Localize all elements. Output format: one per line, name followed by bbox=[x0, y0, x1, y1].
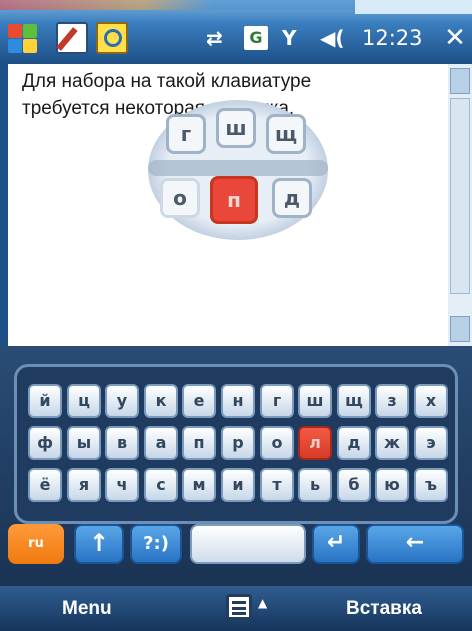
key-х[interactable]: х bbox=[414, 384, 448, 418]
key-с[interactable]: с bbox=[144, 468, 178, 502]
scroll-down-icon[interactable] bbox=[450, 316, 470, 342]
symbols-key[interactable]: ?:) bbox=[130, 524, 182, 564]
key-э[interactable]: э bbox=[414, 426, 448, 460]
key-ь[interactable]: ь bbox=[298, 468, 332, 502]
key-в[interactable]: в bbox=[105, 426, 139, 460]
language-switch-button[interactable]: ru bbox=[8, 524, 64, 564]
key-й[interactable]: й bbox=[28, 384, 62, 418]
backspace-key[interactable]: ← bbox=[366, 524, 464, 564]
key-е[interactable]: е bbox=[182, 384, 216, 418]
status-bar: ⇄ G Y ◀( 12:23 ✕ bbox=[0, 0, 472, 64]
key-к[interactable]: к bbox=[144, 384, 178, 418]
space-key[interactable] bbox=[190, 524, 306, 564]
illustration-bar bbox=[148, 160, 328, 176]
input-menu-arrow-icon[interactable]: ▲ bbox=[258, 596, 267, 610]
shift-key[interactable]: ↑ bbox=[74, 524, 124, 564]
key-ж[interactable]: ж bbox=[375, 426, 409, 460]
key-и[interactable]: и bbox=[221, 468, 255, 502]
key-з[interactable]: з bbox=[375, 384, 409, 418]
key-м[interactable]: м bbox=[182, 468, 216, 502]
key-щ[interactable]: щ bbox=[337, 384, 371, 418]
illustration-key: о bbox=[160, 178, 200, 218]
top-strip-decoration bbox=[0, 0, 355, 10]
key-ъ[interactable]: ъ bbox=[414, 468, 448, 502]
menu-softkey[interactable]: Menu bbox=[62, 592, 112, 626]
signal-icon[interactable]: Y bbox=[282, 22, 296, 54]
keyboard-illustration: г ш щ о п д bbox=[148, 100, 328, 240]
gprs-icon[interactable]: G bbox=[244, 26, 268, 50]
illustration-key: д bbox=[272, 178, 312, 218]
key-ш[interactable]: ш bbox=[298, 384, 332, 418]
sync-icon[interactable]: ⇄ bbox=[206, 22, 223, 54]
key-д[interactable]: д bbox=[337, 426, 371, 460]
key-л[interactable]: л bbox=[298, 426, 332, 460]
illustration-key: щ bbox=[266, 114, 306, 154]
key-я[interactable]: я bbox=[67, 468, 101, 502]
enter-key[interactable]: ↵ bbox=[312, 524, 360, 564]
scroll-up-icon[interactable] bbox=[450, 68, 470, 94]
key-т[interactable]: т bbox=[260, 468, 294, 502]
key-ы[interactable]: ы bbox=[67, 426, 101, 460]
key-ё[interactable]: ё bbox=[28, 468, 62, 502]
keyboard-toggle-icon[interactable] bbox=[226, 594, 252, 620]
key-ю[interactable]: ю bbox=[375, 468, 409, 502]
notes-edit-icon[interactable] bbox=[56, 22, 88, 54]
volume-icon[interactable]: ◀( bbox=[320, 22, 345, 54]
key-а[interactable]: а bbox=[144, 426, 178, 460]
key-ч[interactable]: ч bbox=[105, 468, 139, 502]
close-button[interactable]: ✕ bbox=[440, 20, 470, 56]
key-р[interactable]: р bbox=[221, 426, 255, 460]
illustration-key-highlighted: п bbox=[210, 176, 258, 224]
insert-softkey[interactable]: Вставка bbox=[346, 592, 422, 626]
scroll-thumb[interactable] bbox=[450, 98, 470, 294]
illustration-key: ш bbox=[216, 108, 256, 148]
key-ф[interactable]: ф bbox=[28, 426, 62, 460]
key-ц[interactable]: ц bbox=[67, 384, 101, 418]
clock[interactable]: 12:23 bbox=[362, 22, 423, 54]
key-н[interactable]: н bbox=[221, 384, 255, 418]
top-strip-light bbox=[355, 0, 472, 14]
key-у[interactable]: у bbox=[105, 384, 139, 418]
key-б[interactable]: б bbox=[337, 468, 371, 502]
message-line-1: Для набора на такой клавиатуре bbox=[22, 71, 312, 92]
illustration-key: г bbox=[166, 114, 206, 154]
key-г[interactable]: г bbox=[260, 384, 294, 418]
device-screen: ⇄ G Y ◀( 12:23 ✕ Для набора на такой кла… bbox=[0, 0, 472, 631]
softkey-bar: Menu ▲ Вставка bbox=[0, 586, 472, 631]
key-п[interactable]: п bbox=[182, 426, 216, 460]
search-app-icon[interactable] bbox=[96, 22, 128, 54]
key-о[interactable]: о bbox=[260, 426, 294, 460]
vertical-scrollbar[interactable] bbox=[448, 64, 472, 346]
windows-start-icon[interactable] bbox=[6, 22, 38, 54]
